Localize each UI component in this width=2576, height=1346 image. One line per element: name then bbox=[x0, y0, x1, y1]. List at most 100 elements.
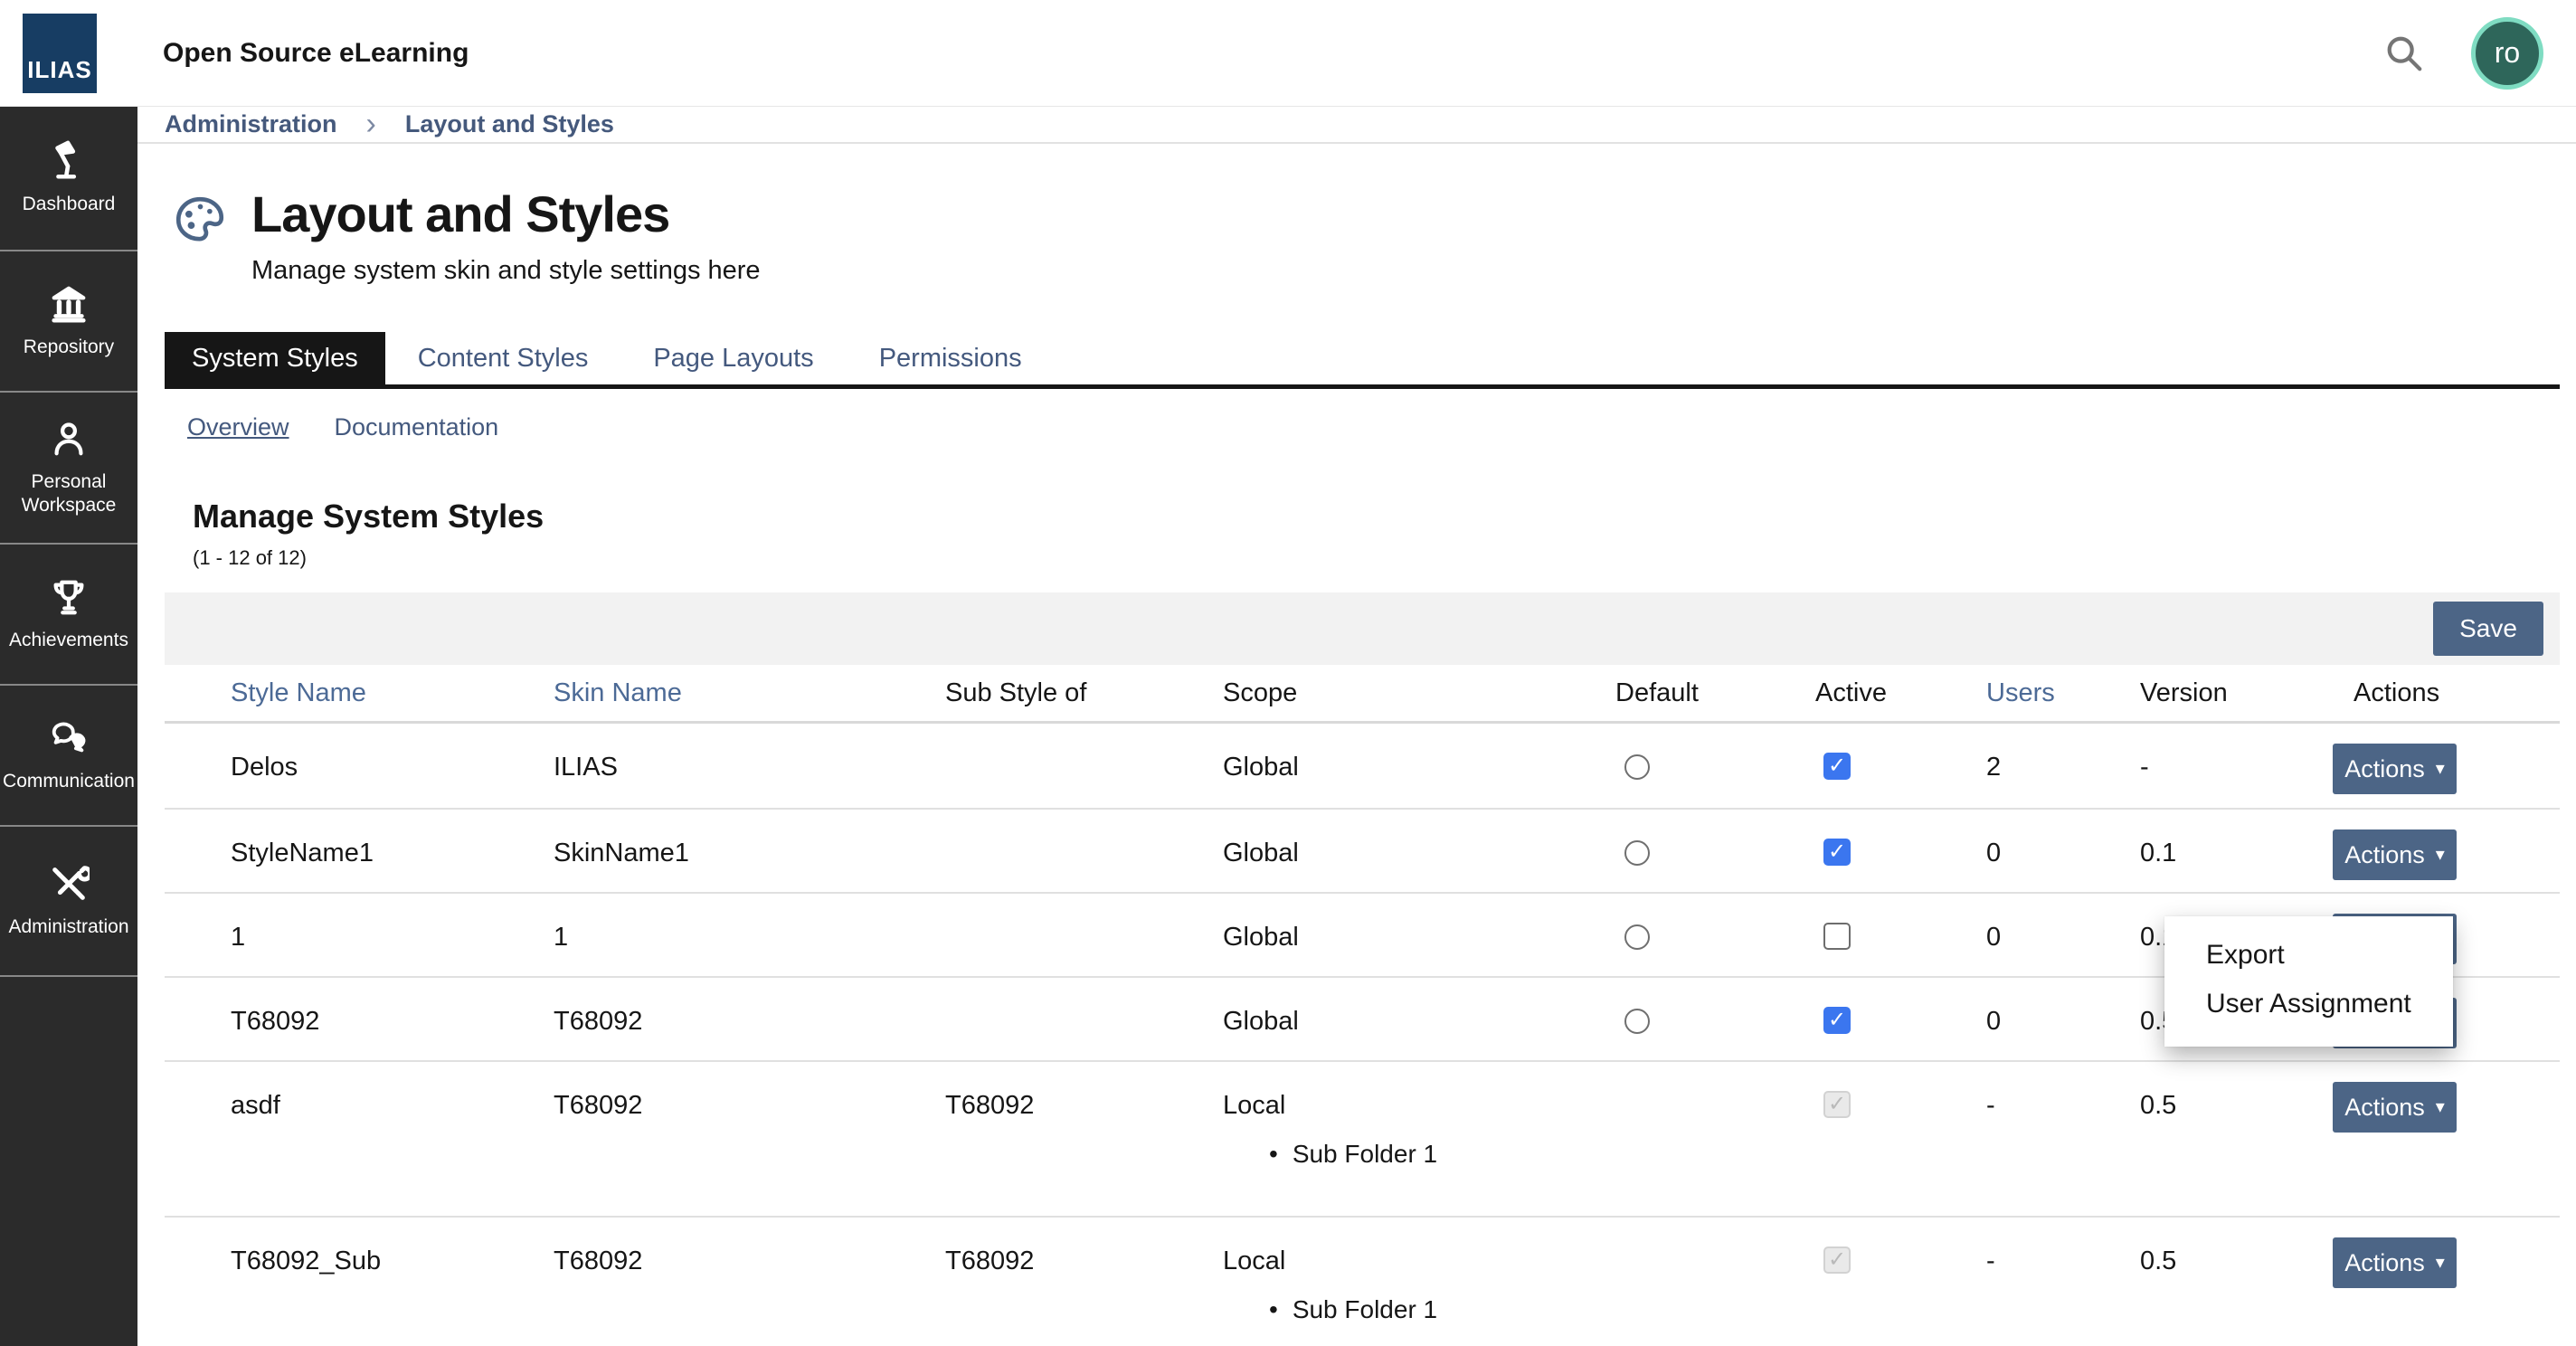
column-skin-name[interactable]: Skin Name bbox=[554, 678, 945, 708]
main-sidebar: Dashboard Repository Personal Workspace bbox=[0, 107, 137, 1346]
active-checkbox[interactable]: ✓ bbox=[1823, 923, 1851, 950]
sub-style-cell: T68092 bbox=[945, 1218, 1223, 1279]
column-sub-style-of: Sub Style of bbox=[945, 678, 1223, 708]
tab-content-styles[interactable]: Content Styles bbox=[385, 332, 621, 384]
users-cell: - bbox=[1976, 1218, 2133, 1279]
sidebar-item-dashboard[interactable]: Dashboard bbox=[0, 107, 137, 251]
result-range: (1 - 12 of 12) bbox=[193, 546, 2560, 570]
users-cell: - bbox=[1976, 1062, 2133, 1123]
menu-item-user-assignment[interactable]: User Assignment bbox=[2164, 980, 2453, 1028]
sidebar-item-label: Personal Workspace bbox=[1, 470, 137, 517]
style-name-cell: asdf bbox=[165, 1062, 554, 1123]
column-users[interactable]: Users bbox=[1976, 678, 2133, 708]
sidebar-item-label: Achievements bbox=[1, 629, 137, 652]
page-subtitle: Manage system skin and style settings he… bbox=[251, 254, 761, 287]
style-name-cell: Delos bbox=[165, 724, 554, 785]
logo-text: ILIAS bbox=[27, 56, 91, 84]
scope-cell: Local •Sub Folder 1 bbox=[1223, 1062, 1615, 1172]
sidebar-item-repository[interactable]: Repository bbox=[0, 251, 137, 393]
save-button[interactable]: Save bbox=[2433, 602, 2543, 656]
default-radio[interactable] bbox=[1624, 1009, 1650, 1034]
column-scope: Scope bbox=[1223, 678, 1615, 708]
table-row: asdf T68092 T68092 Local •Sub Folder 1 ✓… bbox=[165, 1062, 2560, 1218]
skin-name-cell: T68092 bbox=[554, 1062, 945, 1123]
actions-button[interactable]: Actions▾ bbox=[2333, 1082, 2457, 1133]
tab-permissions[interactable]: Permissions bbox=[847, 332, 1055, 384]
actions-button[interactable]: Actions▾ bbox=[2333, 744, 2457, 794]
table-row: StyleName1 SkinName1 Global ✓ 0 0.1 Acti… bbox=[165, 810, 2560, 894]
style-name-cell: 1 bbox=[165, 894, 554, 955]
top-bar: ILIAS Open Source eLearning ro bbox=[0, 0, 2576, 107]
table-row: Delos ILIAS Global ✓ 2 - Actions▾ bbox=[165, 724, 2560, 810]
default-radio[interactable] bbox=[1624, 924, 1650, 950]
sidebar-filler bbox=[0, 977, 137, 1346]
sidebar-item-label: Dashboard bbox=[1, 193, 137, 216]
active-checkbox-disabled: ✓ bbox=[1823, 1091, 1851, 1118]
subtab-bar: Overview Documentation bbox=[165, 413, 2560, 441]
actions-dropdown-menu: Export User Assignment bbox=[2164, 916, 2453, 1047]
tab-page-layouts[interactable]: Page Layouts bbox=[620, 332, 846, 384]
search-icon bbox=[2383, 33, 2425, 74]
sub-style-cell bbox=[945, 810, 1223, 835]
breadcrumb-layout-and-styles[interactable]: Layout and Styles bbox=[405, 110, 614, 138]
menu-item-export[interactable]: Export bbox=[2164, 931, 2453, 980]
chat-icon bbox=[48, 717, 90, 759]
skin-name-cell: SkinName1 bbox=[554, 810, 945, 871]
skin-name-cell: ILIAS bbox=[554, 724, 945, 785]
sub-style-cell bbox=[945, 894, 1223, 919]
bullet-icon: • bbox=[1269, 1140, 1278, 1168]
sidebar-item-communication[interactable]: Communication bbox=[0, 686, 137, 827]
sidebar-item-label: Communication bbox=[1, 770, 137, 793]
breadcrumb-administration[interactable]: Administration bbox=[165, 110, 337, 138]
tab-bar: System Styles Content Styles Page Layout… bbox=[165, 332, 2560, 389]
active-checkbox[interactable]: ✓ bbox=[1823, 839, 1851, 866]
active-checkbox[interactable]: ✓ bbox=[1823, 753, 1851, 780]
scope-sub-folder: •Sub Folder 1 bbox=[1269, 1136, 1615, 1172]
column-version: Version bbox=[2133, 678, 2333, 708]
bank-icon bbox=[48, 283, 90, 325]
tools-icon bbox=[48, 863, 90, 905]
default-radio[interactable] bbox=[1624, 754, 1650, 780]
app-title: Open Source eLearning bbox=[163, 38, 469, 69]
chevron-right-icon: › bbox=[366, 107, 376, 142]
users-cell: 0 bbox=[1976, 978, 2133, 1039]
scope-cell: Global bbox=[1223, 810, 1615, 871]
subtab-documentation[interactable]: Documentation bbox=[335, 413, 499, 441]
sub-style-cell bbox=[945, 978, 1223, 1003]
style-name-cell: T68092 bbox=[165, 978, 554, 1039]
chevron-down-icon: ▾ bbox=[2436, 760, 2445, 778]
subtab-overview[interactable]: Overview bbox=[187, 413, 289, 441]
default-radio[interactable] bbox=[1624, 840, 1650, 866]
column-active: Active bbox=[1815, 678, 1976, 708]
scope-cell: Global bbox=[1223, 978, 1615, 1039]
table-row: T68092_Sub T68092 T68092 Local •Sub Fold… bbox=[165, 1218, 2560, 1346]
sidebar-item-achievements[interactable]: Achievements bbox=[0, 545, 137, 686]
actions-button-open[interactable]: Actions▾ bbox=[2333, 829, 2457, 880]
version-cell: 0.5 bbox=[2133, 1062, 2333, 1123]
sidebar-item-personal-workspace[interactable]: Personal Workspace bbox=[0, 393, 137, 545]
skin-name-cell: 1 bbox=[554, 894, 945, 955]
skin-name-cell: T68092 bbox=[554, 978, 945, 1039]
skin-name-cell: T68092 bbox=[554, 1218, 945, 1279]
avatar-initials: ro bbox=[2495, 36, 2520, 70]
tab-system-styles[interactable]: System Styles bbox=[165, 332, 385, 384]
sidebar-item-administration[interactable]: Administration bbox=[0, 827, 137, 977]
lamp-icon bbox=[48, 140, 90, 182]
table-toolbar: Save bbox=[165, 592, 2560, 665]
users-cell: 2 bbox=[1976, 724, 2133, 785]
scope-cell: Local •Sub Folder 1 bbox=[1223, 1218, 1615, 1328]
version-cell: - bbox=[2133, 724, 2333, 785]
users-cell: 0 bbox=[1976, 894, 2133, 955]
person-icon bbox=[48, 418, 90, 460]
active-checkbox[interactable]: ✓ bbox=[1823, 1007, 1851, 1034]
avatar[interactable]: ro bbox=[2471, 17, 2543, 90]
column-style-name[interactable]: Style Name bbox=[165, 678, 554, 708]
actions-button[interactable]: Actions▾ bbox=[2333, 1237, 2457, 1288]
users-cell: 0 bbox=[1976, 810, 2133, 871]
chevron-down-icon: ▾ bbox=[2436, 1254, 2445, 1272]
search-button[interactable] bbox=[2377, 26, 2431, 81]
scope-cell: Global bbox=[1223, 894, 1615, 955]
ilias-logo[interactable]: ILIAS bbox=[23, 14, 97, 93]
bullet-icon: • bbox=[1269, 1295, 1278, 1323]
page-title: Layout and Styles bbox=[251, 187, 761, 242]
